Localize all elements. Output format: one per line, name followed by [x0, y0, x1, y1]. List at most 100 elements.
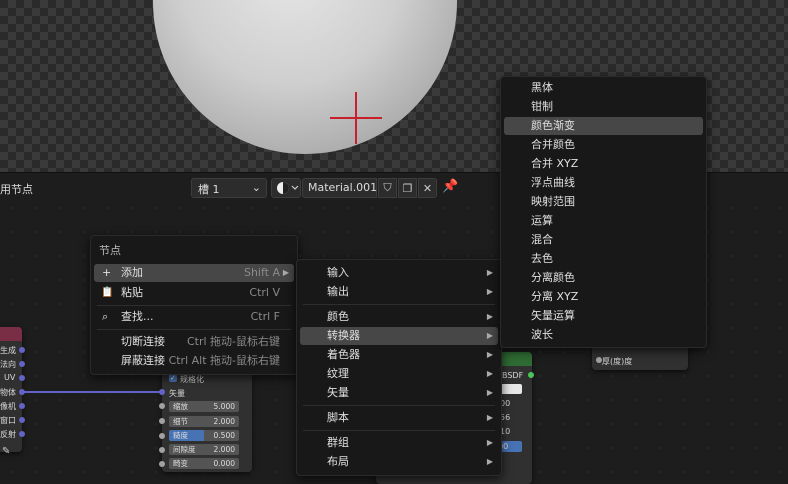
field-value: 2.000 [213, 417, 235, 426]
submenu-arrow-icon: ▶ [486, 438, 493, 447]
menu-item-group[interactable]: 群组 ▶ [300, 434, 498, 452]
menu-item-label: 输入 [327, 266, 349, 279]
menu-item-blackbody[interactable]: 黑体 [504, 79, 703, 97]
menu-item-layout[interactable]: 布局 ▶ [300, 453, 498, 471]
submenu-arrow-icon: ▶ [486, 287, 493, 296]
editor-title: 用节点 [0, 183, 33, 196]
menu-item-vector[interactable]: 矢量 ▶ [300, 384, 498, 402]
menu-item-color-ramp[interactable]: 颜色渐变 [504, 117, 703, 135]
field-value: 0.000 [213, 459, 235, 468]
3d-cursor-vertical [355, 92, 357, 144]
menu-item-float-curve[interactable]: 浮点曲线 [504, 174, 703, 192]
menu-item-output[interactable]: 输出 ▶ [300, 283, 498, 301]
input-socket[interactable] [159, 461, 165, 467]
unlink-material-button[interactable]: ✕ [418, 178, 437, 198]
menu-item-find[interactable]: ⌕ 查找... Ctrl F [94, 308, 294, 326]
menu-item-label: 黑体 [531, 81, 553, 94]
lacunarity-slider[interactable]: 间隙度 2.000 [169, 444, 239, 455]
menu-item-script[interactable]: 脚本 ▶ [300, 409, 498, 427]
slot-label: 槽 1 [198, 183, 220, 196]
menu-separator [97, 305, 291, 306]
menu-item-cut-links[interactable]: 切断连接 Ctrl 拖动-鼠标右键 [94, 333, 294, 351]
output-socket[interactable] [19, 361, 25, 367]
input-socket[interactable] [159, 433, 165, 439]
material-slot-select[interactable]: 槽 1 ⌄ [191, 178, 267, 198]
input-label: 厚(度)度 [602, 357, 633, 366]
output-label: 法向 [0, 360, 16, 369]
field-label: 缩放 [173, 402, 188, 411]
output-socket[interactable] [19, 403, 25, 409]
menu-item-separate-color[interactable]: 分离颜色 [504, 269, 703, 287]
scale-slider[interactable]: 缩放 5.000 [169, 401, 239, 412]
shield-icon: ⛉ [383, 181, 392, 194]
input-socket[interactable] [159, 418, 165, 424]
menu-item-label: 纹理 [327, 367, 349, 380]
copy-icon: ❐ [402, 181, 413, 195]
pin-icon[interactable]: 📌 [442, 179, 458, 194]
menu-item-label: 矢量运算 [531, 309, 575, 322]
menu-item-label: 群组 [327, 436, 349, 449]
input-socket[interactable] [159, 447, 165, 453]
menu-item-color[interactable]: 颜色 ▶ [300, 308, 498, 326]
fake-user-shield-button[interactable]: ⛉ [378, 178, 397, 198]
menu-item-label: 浮点曲线 [531, 176, 575, 189]
menu-item-texture[interactable]: 纹理 ▶ [300, 365, 498, 383]
eyedropper-icon[interactable]: ✎ [2, 446, 10, 457]
menu-separator [303, 304, 495, 305]
output-label: 窗口 [0, 416, 16, 425]
menu-item-combine-xyz[interactable]: 合并 XYZ [504, 155, 703, 173]
submenu-arrow-icon: ▶ [486, 369, 493, 378]
menu-item-combine-color[interactable]: 合并颜色 [504, 136, 703, 154]
menu-shortcut: Ctrl Alt 拖动-鼠标右键 [168, 354, 280, 367]
output-socket[interactable] [19, 417, 25, 423]
menu-item-mix[interactable]: 混合 [504, 231, 703, 249]
menu-item-math[interactable]: 运算 [504, 212, 703, 230]
duplicate-material-button[interactable]: ❐ [398, 178, 417, 198]
material-name-field[interactable]: Material.001 [302, 178, 377, 198]
menu-separator [97, 329, 291, 330]
menu-item-mute-links[interactable]: 屏蔽连接 Ctrl Alt 拖动-鼠标右键 [94, 352, 294, 370]
menu-item-paste[interactable]: 📋 粘贴 Ctrl V [94, 284, 294, 302]
node-header [0, 327, 22, 341]
clipboard-icon: 📋 [101, 287, 114, 298]
menu-item-shader[interactable]: 着色器 ▶ [300, 346, 498, 364]
color-swatch[interactable] [500, 384, 522, 394]
menu-item-label: 转换器 [327, 329, 360, 342]
menu-shortcut: Ctrl 拖动-鼠标右键 [186, 335, 280, 348]
menu-item-rgb-to-bw[interactable]: 去色 [504, 250, 703, 268]
distortion-slider[interactable]: 畸变 0.000 [169, 458, 239, 469]
close-icon: ✕ [422, 181, 433, 195]
menu-item-label: 合并 XYZ [531, 157, 579, 170]
input-socket[interactable] [159, 403, 165, 409]
output-socket[interactable] [19, 347, 25, 353]
material-sphere-icon [277, 182, 299, 194]
menu-item-label: 映射范围 [531, 195, 575, 208]
roughness-slider[interactable]: 糙度 0.500 [169, 430, 239, 441]
menu-item-map-range[interactable]: 映射范围 [504, 193, 703, 211]
vector-label: 矢量 [169, 389, 185, 398]
output-label: 生成 [0, 346, 16, 355]
output-socket[interactable] [19, 431, 25, 437]
menu-item-label: 颜色渐变 [531, 119, 575, 132]
normalize-checkbox[interactable]: ✓ [169, 374, 177, 382]
detail-slider[interactable]: 细节 2.000 [169, 416, 239, 427]
menu-item-wavelength[interactable]: 波长 [504, 326, 703, 344]
menu-item-separate-xyz[interactable]: 分离 XYZ [504, 288, 703, 306]
menu-item-label: 切断连接 [121, 335, 165, 348]
menu-item-label: 钳制 [531, 100, 553, 113]
output-socket[interactable] [19, 375, 25, 381]
submenu-arrow-icon: ▶ [282, 268, 289, 277]
menu-item-converter[interactable]: 转换器 ▶ [300, 327, 498, 345]
material-browse-button[interactable] [271, 178, 301, 198]
vector-input-socket[interactable] [159, 389, 165, 395]
menu-item-vector-math[interactable]: 矢量运算 [504, 307, 703, 325]
submenu-arrow-icon: ▶ [486, 331, 493, 340]
material-preview-sphere [153, 0, 457, 154]
menu-item-label: 粘贴 [121, 286, 143, 299]
menu-item-input[interactable]: 输入 ▶ [300, 264, 498, 282]
output-label: 反射 [0, 430, 16, 439]
menu-item-clamp[interactable]: 钳制 [504, 98, 703, 116]
menu-item-add[interactable]: + 添加 Shift A ▶ [94, 264, 294, 282]
bsdf-output-socket[interactable] [528, 372, 534, 378]
add-submenu: 输入 ▶ 输出 ▶ 颜色 ▶ 转换器 ▶ 着色器 ▶ 纹理 ▶ 矢量 ▶ 脚本 ▶ 群组 ▶ 布局… [296, 259, 502, 476]
